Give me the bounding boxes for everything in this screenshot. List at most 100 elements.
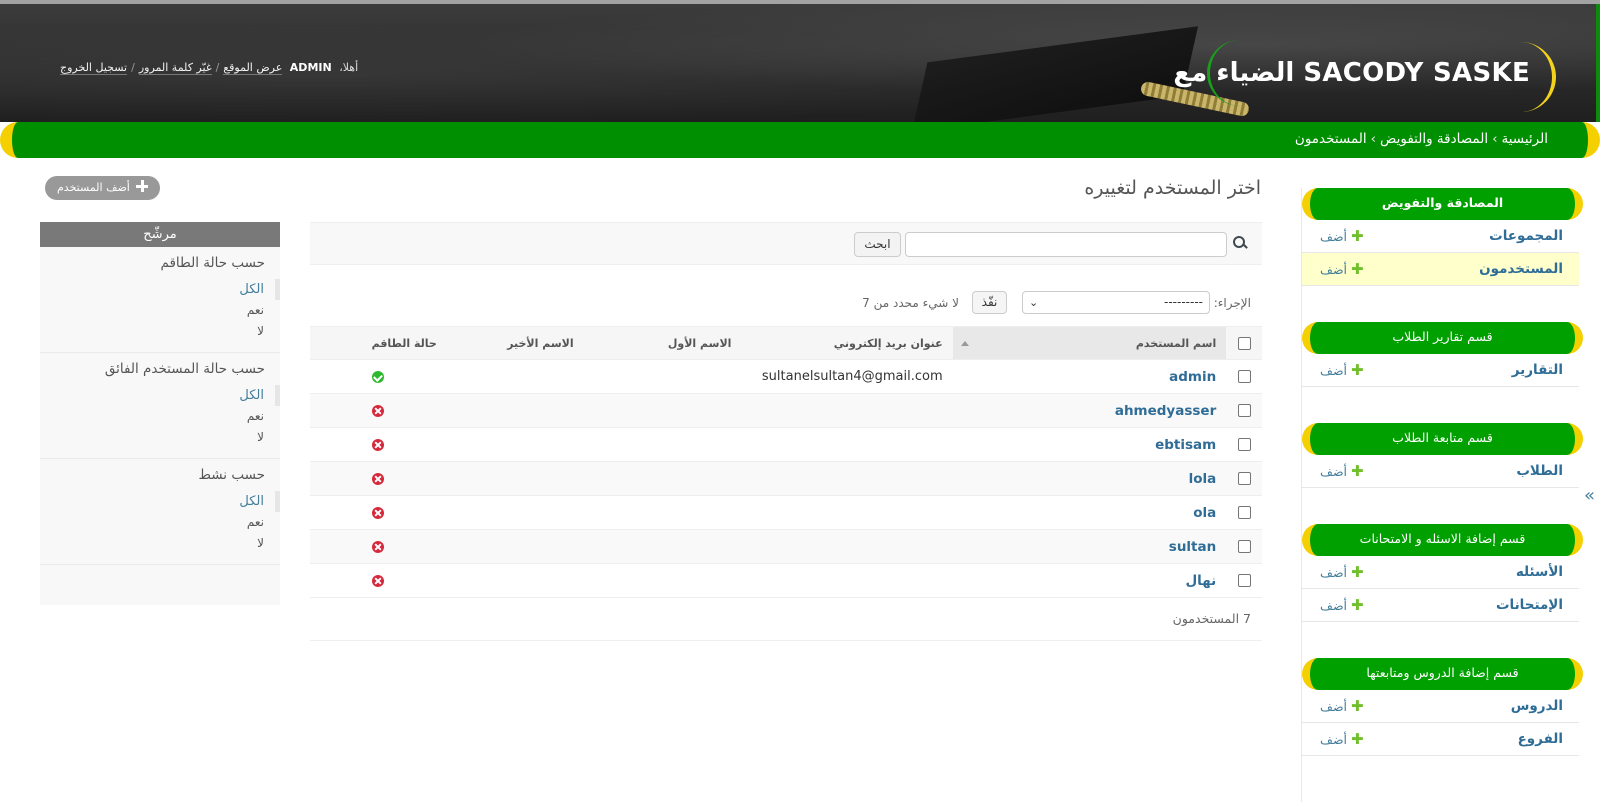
filter-option-link[interactable]: لا — [257, 536, 264, 550]
breadcrumb-auth[interactable]: المصادقة والتفويض — [1380, 131, 1488, 147]
sidebar-item-lessons: الدروس ✚أضف — [1302, 690, 1579, 723]
username-link[interactable]: ahmedyasser — [1115, 403, 1216, 419]
plus-icon: ✚ — [1351, 361, 1364, 379]
plus-icon: ✚ — [1351, 260, 1364, 278]
add-user-label: أضف المستخدم — [57, 181, 130, 194]
username-link[interactable]: sultan — [1169, 539, 1216, 555]
add-link[interactable]: ✚أضف — [1320, 260, 1364, 278]
first-name-cell — [583, 495, 742, 530]
add-link[interactable]: ✚أضف — [1320, 596, 1364, 614]
sidebar-item-label[interactable]: الدروس — [1511, 698, 1563, 714]
username-link[interactable]: lola — [1189, 471, 1217, 487]
search-button[interactable]: ابحث — [854, 232, 901, 257]
add-link[interactable]: ✚أضف — [1320, 462, 1364, 480]
filter-panel: مرشّح حسب حالة الطاقم الكل نعم لا حسب حا… — [40, 222, 280, 605]
filter-group-title: حسب حالة الطاقم — [160, 255, 265, 271]
row-checkbox[interactable] — [1237, 370, 1251, 383]
action-select[interactable]: --------- ⌄ — [1022, 291, 1210, 314]
graduation-cap-image — [911, 26, 1199, 122]
breadcrumb-home[interactable]: الرئيسية — [1502, 131, 1549, 147]
sidebar-item-label[interactable]: المستخدمون — [1479, 261, 1563, 277]
row-checkbox[interactable] — [1237, 438, 1251, 451]
sidebar-item-label[interactable]: الإمتحانات — [1496, 597, 1563, 613]
add-label: أضف — [1320, 598, 1348, 613]
username-cell: ahmedyasser — [952, 393, 1227, 428]
username-link[interactable]: ola — [1193, 505, 1216, 521]
filter-option: نعم — [40, 406, 280, 427]
staff-status-cell — [310, 563, 447, 598]
site-brand[interactable]: الضياء مع SACODY SASKE — [1173, 58, 1530, 88]
filter-option-link[interactable]: لا — [257, 430, 264, 444]
chevron-down-icon: ⌄ — [1029, 296, 1039, 309]
filter-option-link[interactable]: الكل — [239, 388, 264, 403]
username-link[interactable]: ebtisam — [1155, 437, 1216, 453]
x-circle-icon — [372, 438, 385, 451]
email-cell — [741, 427, 953, 462]
module-caption[interactable]: قسم إضافة الدروس ومتابعتها — [1302, 658, 1583, 690]
logout-link[interactable]: تسجيل الخروج — [60, 61, 128, 75]
sidebar-item-label[interactable]: الفروع — [1518, 731, 1563, 747]
search-input[interactable] — [905, 232, 1227, 257]
sort-ascending-icon[interactable] — [960, 341, 969, 346]
sidebar-item-label[interactable]: المجموعات — [1489, 228, 1563, 244]
module-caption[interactable]: المصادقة والتفويض — [1302, 188, 1583, 220]
x-circle-icon — [372, 506, 385, 519]
run-action-button[interactable]: نفّذ — [972, 291, 1007, 314]
select-all-cell — [1226, 326, 1262, 360]
add-user-button[interactable]: أضف المستخدم — [45, 176, 160, 200]
filter-option-link[interactable]: نعم — [247, 303, 264, 317]
collapse-sidebar-icon[interactable]: « — [1584, 485, 1595, 506]
sidebar-item-exams: الإمتحانات ✚أضف — [1302, 589, 1579, 622]
column-header-staff-status[interactable]: حالة الطاقم — [310, 326, 447, 360]
username-link[interactable]: نهال — [1185, 573, 1216, 589]
row-checkbox[interactable] — [1237, 404, 1251, 417]
change-password-link[interactable]: غيّر كلمة المرور — [138, 61, 212, 75]
column-header-username[interactable]: اسم المستخدم — [952, 326, 1227, 360]
filter-option-link[interactable]: الكل — [239, 494, 264, 509]
row-select-cell — [1226, 427, 1262, 462]
row-select-cell — [1226, 563, 1262, 598]
first-name-cell — [583, 359, 742, 394]
add-link[interactable]: ✚أضف — [1320, 730, 1364, 748]
filter-option-link[interactable]: لا — [257, 324, 264, 338]
row-checkbox[interactable] — [1237, 540, 1251, 553]
table-row: ola — [310, 495, 1262, 530]
sidebar-item-label[interactable]: الطلاب — [1516, 463, 1563, 479]
add-link[interactable]: ✚أضف — [1320, 361, 1364, 379]
module-caption[interactable]: قسم إضافة الاسئله و الامتحانات — [1302, 524, 1583, 556]
action-label: الإجراء: — [1213, 296, 1251, 310]
add-link[interactable]: ✚أضف — [1320, 227, 1364, 245]
row-checkbox[interactable] — [1237, 574, 1251, 587]
filter-option-link[interactable]: الكل — [239, 282, 264, 297]
view-site-link[interactable]: عرض الموقع — [223, 61, 283, 75]
username-cell: ola — [952, 495, 1227, 530]
module-caption[interactable]: قسم متابعة الطلاب — [1302, 423, 1583, 455]
username-cell: sultan — [952, 529, 1227, 564]
add-link[interactable]: ✚أضف — [1320, 563, 1364, 581]
select-all-checkbox[interactable] — [1237, 336, 1251, 350]
column-header-email[interactable]: عنوان بريد إلكتروني — [741, 326, 953, 360]
filter-option-link[interactable]: نعم — [247, 515, 264, 529]
module-caption[interactable]: قسم تقارير الطلاب — [1302, 322, 1583, 354]
row-select-cell — [1226, 461, 1262, 496]
sidebar-item-label[interactable]: التقارير — [1512, 362, 1563, 378]
username-link[interactable]: admin — [1169, 369, 1216, 385]
username-cell: lola — [952, 461, 1227, 496]
column-header-last-name[interactable]: الاسم الأخير — [446, 326, 584, 360]
column-header-first-name[interactable]: الاسم الأول — [583, 326, 742, 360]
paginator: 7 المستخدمون — [310, 598, 1262, 641]
welcome-text: أهلا، — [339, 61, 359, 74]
add-label: أضف — [1320, 699, 1348, 714]
row-select-cell — [1226, 359, 1262, 394]
row-checkbox[interactable] — [1237, 506, 1251, 519]
staff-status-cell — [310, 359, 447, 394]
filter-group-title: حسب حالة المستخدم الفائق — [104, 361, 265, 377]
search-toolbar: ابحث — [310, 222, 1262, 265]
sidebar-item-label[interactable]: الأسئله — [1516, 564, 1563, 580]
staff-status-cell — [310, 427, 447, 462]
plus-icon: ✚ — [1351, 462, 1364, 480]
add-link[interactable]: ✚أضف — [1320, 697, 1364, 715]
filter-option-link[interactable]: نعم — [247, 409, 264, 423]
row-checkbox[interactable] — [1237, 472, 1251, 485]
filter-option: لا — [40, 427, 280, 448]
